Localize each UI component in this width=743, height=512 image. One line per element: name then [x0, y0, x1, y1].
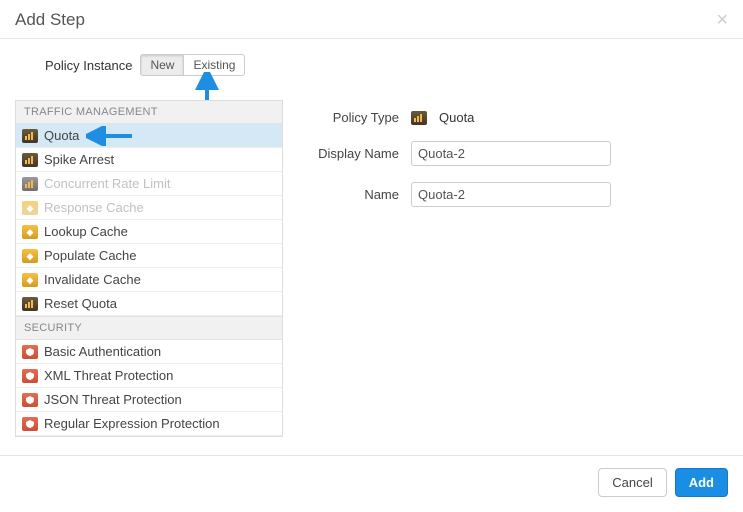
policy-item-label: Basic Authentication: [44, 344, 161, 359]
policy-item-label: Spike Arrest: [44, 152, 114, 167]
policy-item[interactable]: Populate Cache: [16, 244, 282, 268]
name-input[interactable]: [411, 182, 611, 207]
dialog-footer: Cancel Add: [0, 455, 743, 509]
shield-icon: [22, 417, 38, 431]
policy-instance-label: Policy Instance: [45, 58, 132, 73]
annotation-arrow-left-icon: [86, 126, 134, 146]
policy-item: Response Cache: [16, 196, 282, 220]
policy-item-label: Regular Expression Protection: [44, 416, 220, 431]
bars-icon: [411, 111, 427, 125]
policy-list[interactable]: TRAFFIC MANAGEMENT Quota Spike Arrest Concu…: [15, 100, 283, 437]
policy-form: Policy Type Quota Display Name Name: [299, 100, 728, 437]
diamond-icon: [22, 201, 38, 215]
new-button[interactable]: New: [140, 54, 183, 76]
diamond-icon: [22, 273, 38, 287]
shield-icon: [22, 369, 38, 383]
category-header: SECURITY: [16, 316, 282, 340]
close-icon[interactable]: ×: [716, 10, 728, 30]
bars-icon: [22, 297, 38, 311]
policy-type-text: Quota: [439, 110, 474, 125]
bars-icon: [22, 153, 38, 167]
diamond-icon: [22, 249, 38, 263]
add-step-dialog: Add Step × Policy Instance New Existing …: [0, 0, 743, 509]
name-label: Name: [299, 187, 399, 202]
annotation-arrow-up-icon: [195, 72, 219, 102]
policy-item[interactable]: JSON Threat Protection: [16, 388, 282, 412]
policy-instance-row: Policy Instance New Existing: [45, 54, 728, 76]
policy-instance-toggle: New Existing: [140, 54, 245, 76]
shield-icon: [22, 393, 38, 407]
dialog-body: Policy Instance New Existing TRAFFIC MAN…: [0, 39, 743, 437]
policy-item[interactable]: Reset Quota: [16, 292, 282, 316]
policy-item-label: Populate Cache: [44, 248, 137, 263]
add-button[interactable]: Add: [675, 468, 728, 497]
shield-icon: [22, 345, 38, 359]
display-name-input[interactable]: [411, 141, 611, 166]
display-name-label: Display Name: [299, 146, 399, 161]
cancel-button[interactable]: Cancel: [598, 468, 666, 497]
dialog-title: Add Step: [15, 10, 85, 30]
policy-item: Concurrent Rate Limit: [16, 172, 282, 196]
policy-item-label: Invalidate Cache: [44, 272, 141, 287]
category-header: TRAFFIC MANAGEMENT: [16, 101, 282, 124]
bars-icon: [22, 129, 38, 143]
policy-item[interactable]: XML Threat Protection: [16, 364, 282, 388]
policy-item[interactable]: Basic Authentication: [16, 340, 282, 364]
policy-type-label: Policy Type: [299, 110, 399, 125]
bars-icon: [22, 177, 38, 191]
policy-item-label: JSON Threat Protection: [44, 392, 182, 407]
policy-item[interactable]: Quota: [16, 124, 282, 148]
dialog-header: Add Step ×: [0, 0, 743, 39]
diamond-icon: [22, 225, 38, 239]
policy-item[interactable]: Spike Arrest: [16, 148, 282, 172]
policy-item-label: XML Threat Protection: [44, 368, 173, 383]
policy-item-label: Quota: [44, 128, 79, 143]
policy-item[interactable]: Regular Expression Protection: [16, 412, 282, 436]
policy-item-label: Reset Quota: [44, 296, 117, 311]
policy-item-label: Concurrent Rate Limit: [44, 176, 170, 191]
policy-item[interactable]: Invalidate Cache: [16, 268, 282, 292]
policy-item-label: Response Cache: [44, 200, 144, 215]
policy-item-label: Lookup Cache: [44, 224, 128, 239]
policy-type-value: Quota: [411, 110, 474, 125]
policy-item[interactable]: Lookup Cache: [16, 220, 282, 244]
existing-button[interactable]: Existing: [183, 54, 245, 76]
